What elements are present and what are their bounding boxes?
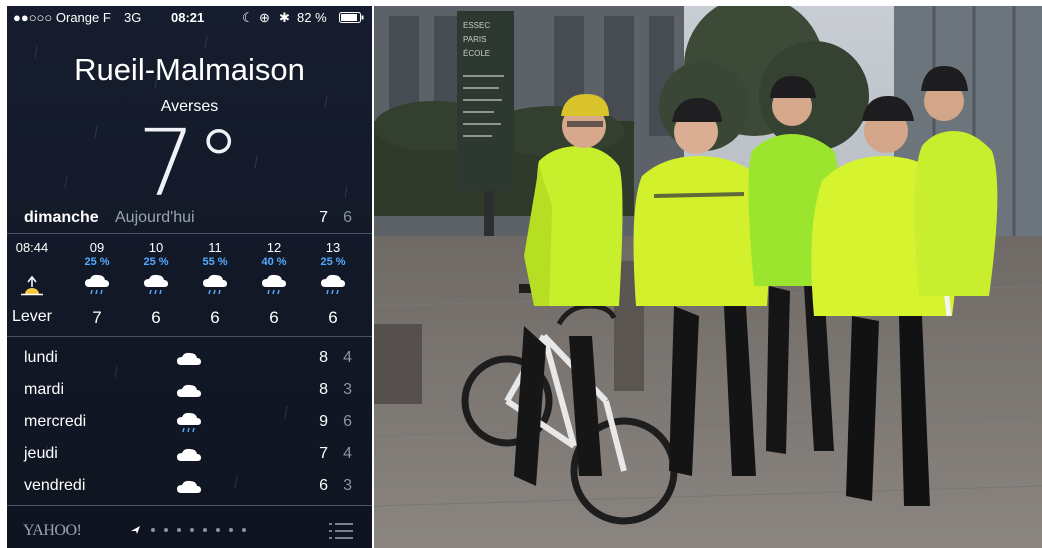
- sunrise-label: Lever: [11, 308, 53, 325]
- forecast-low: 3: [343, 381, 352, 398]
- status-bar: ●●○○○ Orange F 3G 08:21 ☾ ⊕ ✱ 82 %: [7, 6, 372, 28]
- hour-temp: 6: [269, 308, 279, 327]
- hourly-forecast[interactable]: 08:44 Lever 09 25 % 7 10 25 % 6 11 55 % …: [7, 240, 372, 330]
- today-label: Aujourd'hui: [115, 209, 195, 226]
- divider: [7, 336, 372, 337]
- precip-chance: 25 %: [320, 256, 346, 268]
- today-high: 7: [319, 209, 328, 226]
- forecast-row: vendredi 6 3: [7, 473, 372, 503]
- forecast-day: mardi: [24, 381, 65, 398]
- hour-temp: 7: [92, 308, 102, 327]
- moon-icon: ☾: [242, 10, 254, 25]
- hour-temp: 6: [151, 308, 161, 327]
- precip-chance: 25 %: [143, 256, 169, 268]
- hour-time: 10: [148, 240, 164, 255]
- cloud-icon: [177, 384, 201, 397]
- forecast-low: 6: [343, 413, 352, 430]
- rain-cloud-icon: [321, 274, 345, 295]
- cloud-icon: [177, 480, 201, 493]
- sign-text: PARIS: [463, 35, 486, 44]
- hour-temp: 6: [210, 308, 220, 327]
- rain-cloud-icon: [262, 274, 286, 295]
- today-low: 6: [343, 209, 352, 226]
- sunrise-icon: [21, 275, 43, 296]
- city-name: Rueil-Malmaison: [74, 52, 305, 87]
- bluetooth-icon: ✱: [279, 10, 290, 25]
- forecast-day: lundi: [24, 349, 58, 366]
- divider: [7, 233, 372, 234]
- forecast-low: 4: [343, 349, 352, 366]
- divider: [7, 505, 372, 506]
- forecast-high: 9: [319, 413, 328, 430]
- rain-cloud-icon: [203, 274, 227, 295]
- forecast-row: jeudi 7 4: [7, 441, 372, 471]
- carrier-label: ●●○○○ Orange F: [13, 10, 111, 25]
- current-temperature: 7°: [137, 110, 242, 217]
- network-label: 3G: [124, 10, 142, 25]
- forecast-high: 6: [319, 477, 328, 494]
- forecast-row: mardi 8 3: [7, 377, 372, 407]
- hour-temp: 6: [328, 308, 338, 327]
- forecast-low: 3: [343, 477, 352, 494]
- forecast-row: lundi 8 4: [7, 345, 372, 375]
- forecast-high: 8: [319, 349, 328, 366]
- precip-chance: 55 %: [202, 256, 228, 268]
- today-row: dimanche Aujourd'hui 7 6: [7, 207, 372, 229]
- precip-chance: 40 %: [261, 256, 287, 268]
- cloud-icon: [177, 448, 201, 461]
- cyclists-illustration: ESSEC PARIS ÉCOLE: [374, 6, 1042, 548]
- forecast-day: mercredi: [24, 413, 87, 430]
- hour-time: 09: [89, 240, 105, 255]
- precip-chance: 25 %: [84, 256, 110, 268]
- bottom-toolbar: YAHOO!: [7, 508, 372, 548]
- weather-app-screen: ●●○○○ Orange F 3G 08:21 ☾ ⊕ ✱ 82 % Rueil…: [7, 6, 372, 548]
- location-arrow-icon: [131, 526, 140, 534]
- list-menu-icon[interactable]: [329, 522, 353, 540]
- forecast-day: vendredi: [24, 477, 86, 494]
- forecast-row: mercredi 9 6: [7, 409, 372, 439]
- yahoo-logo[interactable]: YAHOO!: [23, 522, 82, 540]
- cyclists-photo: ESSEC PARIS ÉCOLE: [374, 6, 1042, 548]
- hour-time: 12: [266, 240, 282, 255]
- rain-cloud-icon: [144, 274, 168, 295]
- page-indicator[interactable]: [131, 525, 261, 535]
- cloud-icon: [177, 352, 201, 365]
- hour-time: 08:44: [15, 240, 49, 255]
- daily-forecast: lundi 8 4 mardi 8 3 mercredi 9 6 jeudi 7…: [7, 345, 372, 505]
- hour-time: 13: [325, 240, 341, 255]
- hour-time: 11: [208, 240, 222, 255]
- day-name: dimanche: [24, 209, 99, 226]
- forecast-high: 7: [319, 445, 328, 462]
- rain-cloud-icon: [85, 274, 109, 295]
- clock: 08:21: [171, 10, 205, 25]
- sign-text: ESSEC: [463, 21, 490, 30]
- battery-icon: [339, 12, 364, 23]
- forecast-low: 4: [343, 445, 352, 462]
- sign-text: ÉCOLE: [463, 49, 490, 58]
- battery-percent: 82 %: [297, 10, 327, 25]
- forecast-day: jeudi: [24, 445, 58, 462]
- rain-cloud-icon: [177, 412, 201, 433]
- rotation-lock-icon: ⊕: [259, 10, 270, 25]
- forecast-high: 8: [319, 381, 328, 398]
